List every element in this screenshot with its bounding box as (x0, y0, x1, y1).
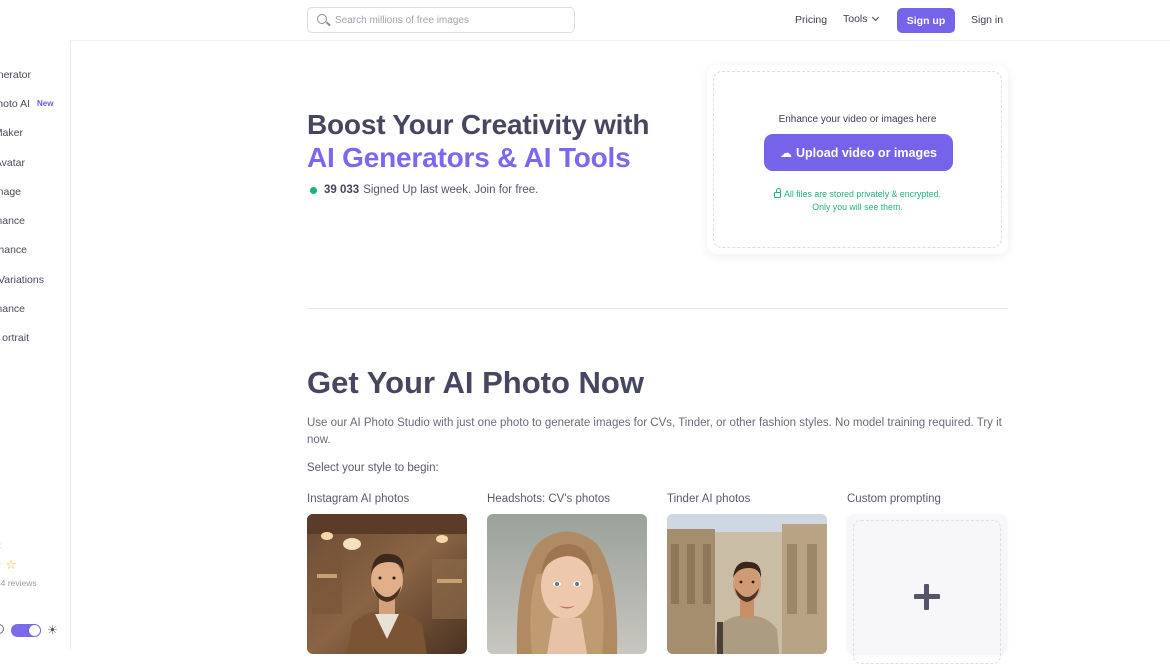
signup-count: 39 033 (324, 184, 360, 196)
sidebar-item-label: Maker (0, 127, 23, 140)
search-icon (317, 14, 327, 24)
sidebar-item-label: enerator (0, 68, 31, 81)
lock-icon (774, 188, 782, 198)
hero-title: Boost Your Creativity with AI Generators… (307, 108, 649, 174)
sidebar-item-label: hance (0, 244, 27, 257)
headshot-photo-image (487, 514, 647, 654)
upload-card: Enhance your video or images here ☁ Uplo… (707, 65, 1008, 254)
privacy-note: All files are stored privately & encrypt… (714, 188, 1001, 214)
style-label-tinder: Tinder AI photos (667, 493, 751, 505)
sidebar-item-label: nance (0, 215, 25, 228)
nav-pricing-link[interactable]: Pricing (795, 14, 827, 26)
toggle-knob (29, 625, 40, 636)
style-label-headshots: Headshots: CV's photos (487, 493, 611, 505)
sidebar-item-maker[interactable]: Maker (0, 119, 70, 148)
nav-tools-label: Tools (843, 13, 868, 25)
upload-button[interactable]: ☁ Upload video or images (764, 134, 953, 171)
style-card-custom[interactable] (847, 514, 1007, 664)
sidebar-item-enhance[interactable]: nance (0, 206, 70, 235)
search-box[interactable] (307, 7, 575, 33)
style-label-instagram: Instagram AI photos (307, 493, 410, 505)
theme-toggle-row: ☀ (0, 622, 70, 638)
sidebar-list: enerator hoto AI New Maker Avatar nage na… (0, 60, 70, 353)
style-card-headshots[interactable] (487, 514, 647, 654)
new-badge: New (37, 99, 54, 109)
signup-button[interactable]: Sign up (897, 8, 955, 33)
style-label-custom: Custom prompting (847, 493, 941, 505)
sidebar-item-generator[interactable]: enerator (0, 60, 70, 89)
sun-icon: ☀ (47, 623, 58, 637)
section-title: Get Your AI Photo Now (307, 365, 644, 400)
sidebar-item-label: Variations (0, 273, 44, 286)
sidebar-item-enhance-2[interactable]: hance (0, 236, 70, 265)
rating-label: e: (0, 540, 1, 550)
chevron-down-icon (871, 13, 879, 22)
sidebar-item-enhance-3[interactable]: nance (0, 294, 70, 323)
moon-icon (0, 624, 4, 634)
sidebar-item-label: nage (0, 185, 21, 198)
upload-button-label: Upload video or images (795, 145, 937, 160)
upload-prompt: Enhance your video or images here (778, 114, 937, 125)
style-card-instagram[interactable] (307, 514, 467, 654)
reviews-count: 34 reviews (0, 578, 37, 588)
hero-title-line2: AI Generators & AI Tools (307, 142, 631, 173)
hero-title-line1: Boost Your Creativity with (307, 109, 650, 140)
sidebar-item-label: ortrait (2, 332, 29, 345)
search-input[interactable] (335, 12, 565, 29)
theme-toggle[interactable] (11, 624, 41, 637)
star-rating-icon: ★ ☆ (0, 557, 17, 572)
section-divider (307, 308, 1008, 309)
sidebar-item-photo-ai[interactable]: hoto AI New (0, 89, 70, 118)
signup-text: Signed Up last week. Join for free. (363, 184, 539, 196)
sidebar-item-label: hoto AI (0, 97, 30, 110)
sidebar-item-label: nance (0, 303, 25, 316)
style-card-tinder[interactable] (667, 514, 827, 654)
instagram-photo-image (307, 514, 467, 654)
nav-tools-dropdown[interactable]: Tools (843, 13, 879, 25)
sidebar-item-avatar[interactable]: Avatar (0, 148, 70, 177)
select-style-prompt: Select your style to begin: (307, 462, 439, 474)
sidebar-item-variations[interactable]: Variations (0, 265, 70, 294)
status-dot-icon (310, 186, 317, 194)
signin-link[interactable]: Sign in (971, 14, 1003, 26)
sidebar-item-image[interactable]: nage (0, 177, 70, 206)
tinder-photo-image (667, 514, 827, 654)
plus-icon (914, 584, 940, 610)
privacy-line2: Only you will see them. (812, 202, 903, 212)
sidebar: enerator hoto AI New Maker Avatar nage na… (0, 40, 71, 650)
top-navbar: Pricing Tools Sign up Sign in (0, 0, 1170, 41)
section-description: Use our AI Photo Studio with just one ph… (307, 417, 1002, 446)
sidebar-item-label: Avatar (0, 156, 25, 169)
upload-dropzone[interactable]: Enhance your video or images here ☁ Uplo… (713, 71, 1002, 248)
sidebar-item-portrait[interactable]: ortrait (0, 324, 70, 353)
cloud-upload-icon: ☁ (779, 145, 792, 160)
signup-stats: 39 033 Signed Up last week. Join for fre… (310, 184, 538, 196)
privacy-line1: All files are stored privately & encrypt… (784, 189, 941, 199)
